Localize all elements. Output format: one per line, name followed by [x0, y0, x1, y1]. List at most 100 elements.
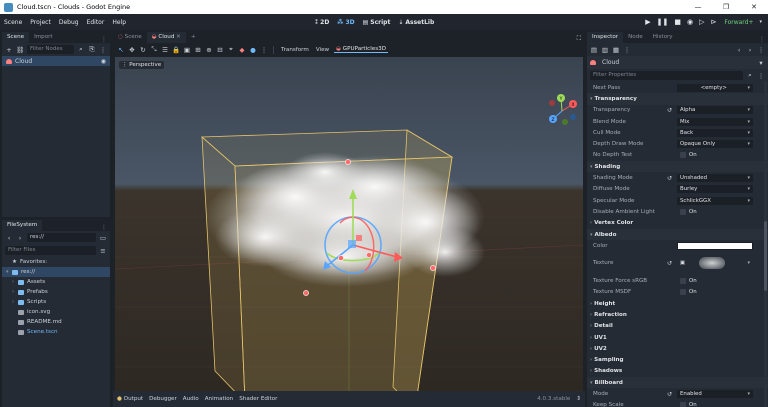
- property-row[interactable]: Texture ↺ ▣ ▾: [587, 251, 768, 275]
- property-checkbox[interactable]: On: [677, 401, 753, 407]
- property-dropdown[interactable]: Burley ▾: [677, 185, 753, 194]
- sort-icon[interactable]: ≡: [99, 247, 107, 255]
- layout-icon[interactable]: ⇕: [576, 396, 581, 402]
- lock-icon[interactable]: 🔒: [172, 46, 180, 54]
- chevron-down-icon[interactable]: ▾: [759, 19, 762, 25]
- tab-output[interactable]: ● Output: [117, 396, 143, 402]
- tab-node[interactable]: Node: [623, 32, 648, 43]
- resource-menu-icon[interactable]: ⋮: [623, 46, 631, 54]
- add-node-icon[interactable]: +: [5, 46, 13, 54]
- menu-project[interactable]: Project: [26, 19, 55, 26]
- tab-cloud-file[interactable]: ◒ Cloud ✕: [146, 32, 186, 43]
- link-icon[interactable]: ⛓: [16, 46, 24, 54]
- workspace-3d-button[interactable]: ⁂ 3D: [337, 19, 354, 26]
- property-row[interactable]: Depth Draw Mode Opaque Only ▾: [587, 138, 768, 149]
- dock-menu-icon[interactable]: ⋮: [756, 36, 768, 43]
- add-tab-button[interactable]: +: [186, 32, 201, 43]
- tab-import[interactable]: Import: [29, 32, 58, 43]
- list-select-icon[interactable]: ☰: [161, 46, 169, 54]
- camera-icon[interactable]: ⌖: [227, 45, 235, 54]
- ruler-icon[interactable]: ⊞: [194, 46, 202, 54]
- path-field[interactable]: res://: [27, 233, 96, 242]
- property-row[interactable]: Color: [587, 240, 768, 251]
- new-resource-icon[interactable]: ▤: [590, 46, 598, 54]
- stop-icon[interactable]: ■: [674, 18, 681, 26]
- property-row[interactable]: Keep Scale On: [587, 400, 768, 407]
- property-row[interactable]: Texture Force sRGB On: [587, 275, 768, 286]
- more-icon[interactable]: ⋮: [99, 46, 107, 54]
- workspace-2d-button[interactable]: ⁑ 2D: [315, 19, 329, 26]
- property-dropdown[interactable]: Back ▾: [677, 128, 753, 137]
- property-dropdown[interactable]: SchlickGGX ▾: [677, 196, 753, 205]
- history-forward-icon[interactable]: ›: [746, 46, 754, 54]
- play-icon[interactable]: ▶: [645, 18, 650, 26]
- view-orientation-gizmo[interactable]: X Y Z: [549, 94, 577, 125]
- filter-properties-input[interactable]: Filter Properties: [590, 71, 743, 80]
- section-header[interactable]: › Sampling: [587, 355, 768, 366]
- revert-icon[interactable]: ↺: [667, 175, 672, 182]
- close-icon[interactable]: ✕: [740, 3, 768, 11]
- section-header[interactable]: ▾ Billboard: [587, 377, 768, 389]
- color-picker-button[interactable]: [677, 241, 753, 250]
- property-dropdown[interactable]: Mix ▾: [677, 117, 753, 126]
- instance-icon[interactable]: ⎘: [88, 45, 96, 54]
- property-dropdown[interactable]: <empty> ▾: [677, 83, 753, 92]
- section-header[interactable]: › Shadows: [587, 366, 768, 377]
- search-icon[interactable]: ⌕: [77, 45, 85, 54]
- property-dropdown[interactable]: Unshaded ▾: [677, 174, 753, 183]
- property-checkbox[interactable]: On: [677, 288, 753, 296]
- fs-item[interactable]: › Prefabs: [2, 287, 110, 297]
- property-row[interactable]: Mode ↺ Enabled ▾: [587, 388, 768, 399]
- select-mode-icon[interactable]: ↖: [117, 46, 125, 54]
- fs-item[interactable]: Scene.tscn: [2, 327, 110, 337]
- property-row[interactable]: Shading Mode ↺ Unshaded ▾: [587, 172, 768, 183]
- property-row[interactable]: Diffuse Mode Burley ▾: [587, 184, 768, 195]
- history-back-icon[interactable]: ‹: [735, 46, 743, 54]
- preview-sun-icon[interactable]: ◆: [238, 46, 246, 54]
- local-space-icon[interactable]: ⊕: [205, 46, 213, 54]
- transform-menu[interactable]: Transform: [279, 47, 311, 53]
- section-header[interactable]: › Vertex Color: [587, 218, 768, 229]
- section-header[interactable]: ▾ Albedo: [587, 228, 768, 241]
- section-header[interactable]: › Detail: [587, 321, 768, 332]
- tab-animation[interactable]: Animation: [205, 396, 234, 402]
- property-row[interactable]: No Depth Test On: [587, 150, 768, 161]
- forward-icon[interactable]: ›: [16, 234, 24, 242]
- fs-item[interactable]: › Assets: [2, 277, 110, 287]
- back-icon[interactable]: ‹: [5, 234, 13, 242]
- workspace-script-button[interactable]: ▤ Script: [363, 19, 391, 26]
- tab-scene-file[interactable]: ◌ Scene: [113, 32, 147, 43]
- property-dropdown[interactable]: Alpha ▾: [677, 106, 753, 115]
- fs-item[interactable]: README.md: [2, 317, 110, 327]
- snap-icon[interactable]: ⊟: [216, 46, 224, 54]
- menu-editor[interactable]: Editor: [83, 19, 109, 26]
- revert-icon[interactable]: ↺: [667, 107, 672, 114]
- movie-icon[interactable]: ◉: [687, 18, 693, 26]
- menu-scene[interactable]: Scene: [0, 19, 26, 26]
- fs-item[interactable]: ▾ res://: [2, 267, 110, 277]
- chevron-down-icon[interactable]: ▾: [757, 59, 765, 67]
- property-row[interactable]: Transparency ↺ Alpha ▾: [587, 105, 768, 116]
- renderer-selector[interactable]: Forward+: [724, 19, 753, 26]
- tab-history[interactable]: History: [648, 32, 678, 43]
- close-tab-icon[interactable]: ✕: [176, 34, 181, 40]
- section-header[interactable]: › UV1: [587, 332, 768, 343]
- section-header[interactable]: › Height: [587, 298, 768, 309]
- property-row[interactable]: Next Pass <empty> ▾: [587, 82, 768, 93]
- search-icon[interactable]: ⌕: [746, 71, 754, 80]
- move-mode-icon[interactable]: ✥: [128, 46, 136, 54]
- play-scene-icon[interactable]: ▷: [699, 18, 704, 26]
- property-row[interactable]: Cull Mode Back ▾: [587, 127, 768, 138]
- menu-debug[interactable]: Debug: [55, 19, 83, 26]
- revert-icon[interactable]: ↺: [667, 391, 672, 398]
- property-dropdown[interactable]: Enabled ▾: [677, 390, 753, 399]
- section-header[interactable]: › UV2: [587, 343, 768, 354]
- tab-debugger[interactable]: Debugger: [149, 396, 177, 402]
- rotate-mode-icon[interactable]: ↻: [139, 46, 147, 54]
- preview-env-icon[interactable]: ●: [249, 46, 257, 54]
- section-header[interactable]: ▾ Transparency: [587, 93, 768, 105]
- property-checkbox[interactable]: On: [677, 277, 753, 285]
- section-header[interactable]: › Refraction: [587, 309, 768, 320]
- pause-icon[interactable]: ❚❚: [657, 18, 669, 26]
- fs-item[interactable]: icon.svg: [2, 307, 110, 317]
